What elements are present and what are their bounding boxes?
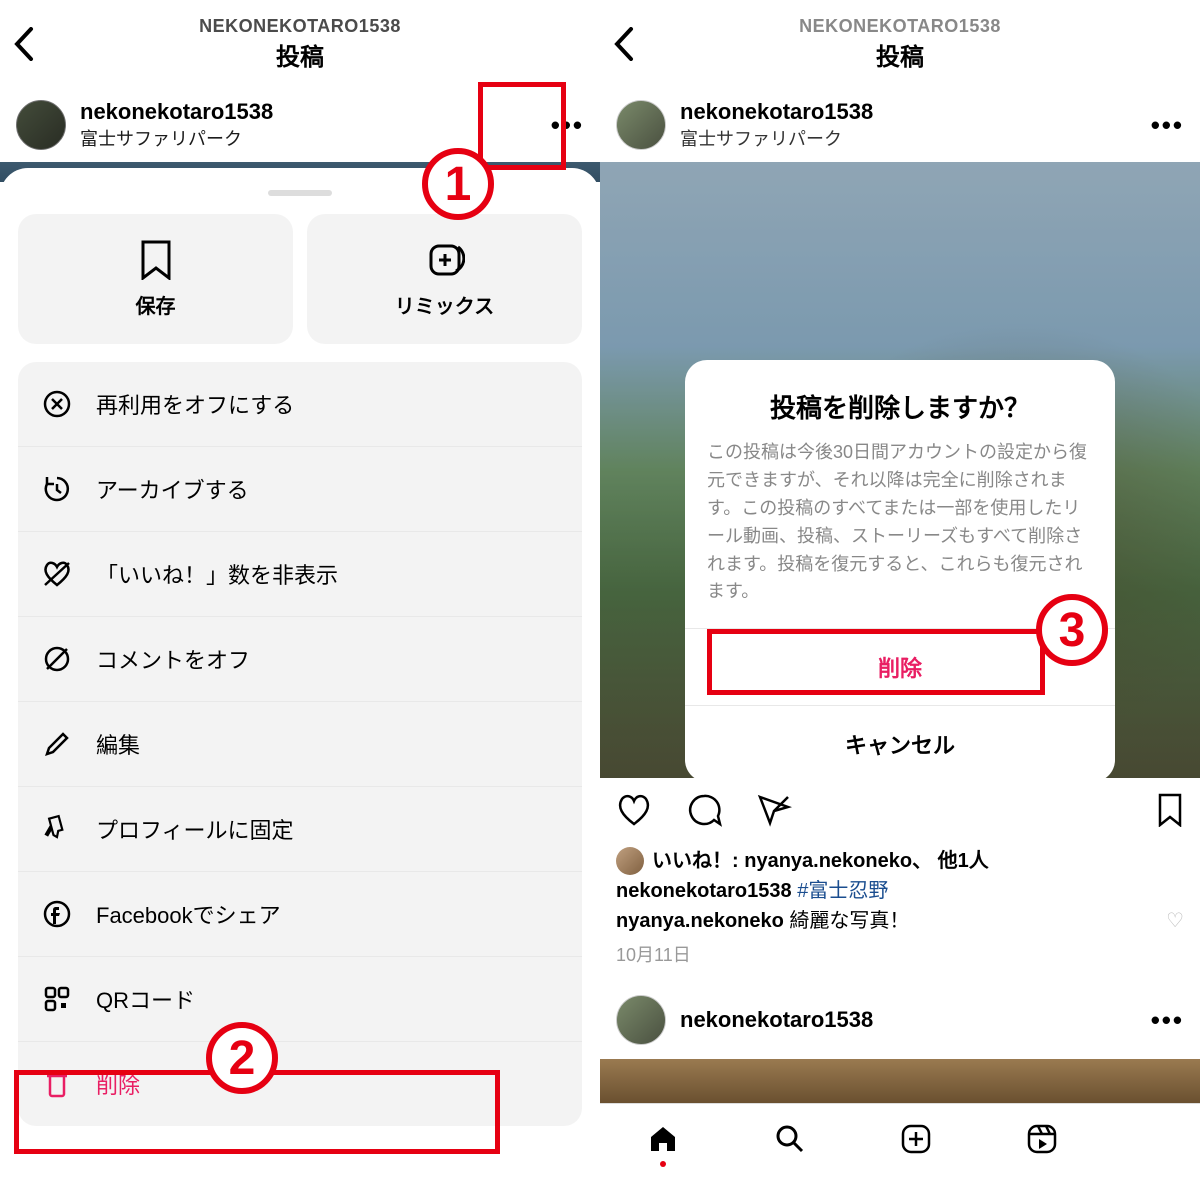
post-username[interactable]: nekonekotaro1538 — [680, 99, 873, 125]
next-post-header: nekonekotaro1538 ••• — [600, 981, 1200, 1059]
menu-reuse-off[interactable]: 再利用をオフにする — [18, 362, 582, 447]
post-username[interactable]: nekonekotaro1538 — [80, 99, 273, 125]
close-circle-icon — [40, 389, 74, 419]
qr-icon — [40, 984, 74, 1014]
comment-icon[interactable] — [686, 792, 722, 828]
top-bar: NEKONEKOTARO1538 投稿 — [0, 0, 600, 88]
avatar[interactable] — [16, 100, 66, 150]
comment-row: nyanya.nekoneko 綺麗な写真！ ♡ — [616, 906, 1184, 936]
menu-label: 再利用をオフにする — [96, 388, 294, 420]
remix-icon — [425, 240, 465, 280]
menu-list: 再利用をオフにする アーカイブする 「いいね！」数を非表示 コメントをオフ 編集… — [18, 362, 582, 1126]
left-screenshot: NEKONEKOTARO1538 投稿 nekonekotaro1538 富士サ… — [0, 0, 600, 1179]
menu-edit[interactable]: 編集 — [18, 702, 582, 787]
more-icon[interactable]: ••• — [1151, 110, 1184, 141]
tab-search-icon[interactable] — [774, 1123, 806, 1155]
tab-reels-icon[interactable] — [1026, 1123, 1058, 1155]
save-label: 保存 — [136, 290, 176, 319]
sheet-grabber[interactable] — [268, 190, 332, 196]
more-icon[interactable]: ••• — [1151, 1005, 1184, 1036]
action-row — [600, 778, 1200, 842]
avatar[interactable] — [616, 995, 666, 1045]
next-post-image-slice — [600, 1059, 1200, 1103]
edit-icon — [40, 729, 74, 759]
likes-prefix: いいね！: — [652, 850, 739, 872]
archive-icon — [40, 474, 74, 504]
like-icon[interactable] — [616, 793, 652, 827]
avatar[interactable] — [616, 100, 666, 150]
right-screenshot: NEKONEKOTARO1538 投稿 nekonekotaro1538 富士サ… — [600, 0, 1200, 1179]
likes-suffix: 他1人 — [938, 850, 989, 872]
menu-comments-off[interactable]: コメントをオフ — [18, 617, 582, 702]
post-meta: いいね！: nyanya.nekoneko、 他1人 nekonekotaro1… — [600, 842, 1200, 973]
menu-hide-likes[interactable]: 「いいね！」数を非表示 — [18, 532, 582, 617]
post-location[interactable]: 富士サファリパーク — [680, 125, 873, 151]
save-button[interactable]: 保存 — [18, 214, 293, 344]
menu-archive[interactable]: アーカイブする — [18, 447, 582, 532]
remix-label: リミックス — [395, 290, 494, 319]
facebook-icon — [40, 899, 74, 929]
dialog-cancel-button[interactable]: キャンセル — [685, 705, 1115, 782]
comment-user[interactable]: nyanya.nekoneko — [616, 910, 784, 932]
menu-label: Facebookでシェア — [96, 898, 281, 930]
caption-row: nekonekotaro1538 #富士忍野 — [616, 876, 1184, 906]
top-bar: NEKONEKOTARO1538 投稿 — [600, 0, 1200, 88]
tab-create-icon[interactable] — [900, 1123, 932, 1155]
remix-button[interactable]: リミックス — [307, 214, 582, 344]
post-location[interactable]: 富士サファリパーク — [80, 125, 273, 151]
menu-label: QRコード — [96, 983, 195, 1015]
annotation-badge-2: 2 — [206, 1022, 278, 1094]
back-icon[interactable] — [14, 27, 34, 61]
header-username: NEKONEKOTARO1538 — [199, 16, 401, 37]
post-header: nekonekotaro1538 富士サファリパーク ••• — [600, 88, 1200, 162]
menu-pin-profile[interactable]: プロフィールに固定 — [18, 787, 582, 872]
likes-names: nyanya.nekoneko、 — [744, 850, 932, 872]
likes-row[interactable]: いいね！: nyanya.nekoneko、 他1人 — [616, 846, 1184, 876]
menu-label: 「いいね！」数を非表示 — [96, 558, 338, 590]
action-sheet: 保存 リミックス 再利用をオフにする アーカイブする 「いいね！」数を非表示 — [0, 168, 600, 1179]
pin-icon — [40, 814, 74, 844]
annotation-box-3 — [707, 629, 1045, 695]
dialog-title: 投稿を削除しますか？ — [685, 360, 1115, 439]
comment-text: 綺麗な写真！ — [789, 910, 909, 932]
annotation-badge-1: 1 — [422, 148, 494, 220]
menu-label: 編集 — [96, 728, 140, 760]
post-date: 10月11日 — [616, 942, 1184, 969]
caption-user[interactable]: nekonekotaro1538 — [616, 880, 792, 902]
comment-off-icon — [40, 644, 74, 674]
header-title: 投稿 — [799, 37, 1001, 72]
menu-qr-code[interactable]: QRコード — [18, 957, 582, 1042]
header-title: 投稿 — [199, 37, 401, 72]
tab-bar — [600, 1103, 1200, 1173]
caption-hashtag[interactable]: #富士忍野 — [797, 880, 888, 902]
header-username: NEKONEKOTARO1538 — [799, 16, 1001, 37]
liker-avatar — [616, 847, 644, 875]
menu-share-facebook[interactable]: Facebookでシェア — [18, 872, 582, 957]
menu-label: コメントをオフ — [96, 643, 250, 675]
like-comment-icon[interactable]: ♡ — [1166, 906, 1184, 936]
delete-dialog: 投稿を削除しますか？ この投稿は今後30日間アカウントの設定から復元できますが、… — [685, 360, 1115, 782]
annotation-badge-3: 3 — [1036, 594, 1108, 666]
back-icon[interactable] — [614, 27, 634, 61]
bookmark-icon[interactable] — [1156, 793, 1184, 827]
annotation-box-1 — [478, 82, 566, 170]
share-icon[interactable] — [756, 793, 792, 827]
menu-label: アーカイブする — [96, 473, 249, 505]
menu-label: プロフィールに固定 — [96, 813, 294, 845]
post-username[interactable]: nekonekotaro1538 — [680, 1007, 873, 1033]
tab-home-icon[interactable] — [647, 1123, 679, 1155]
heart-off-icon — [40, 559, 74, 589]
bookmark-icon — [139, 240, 173, 280]
